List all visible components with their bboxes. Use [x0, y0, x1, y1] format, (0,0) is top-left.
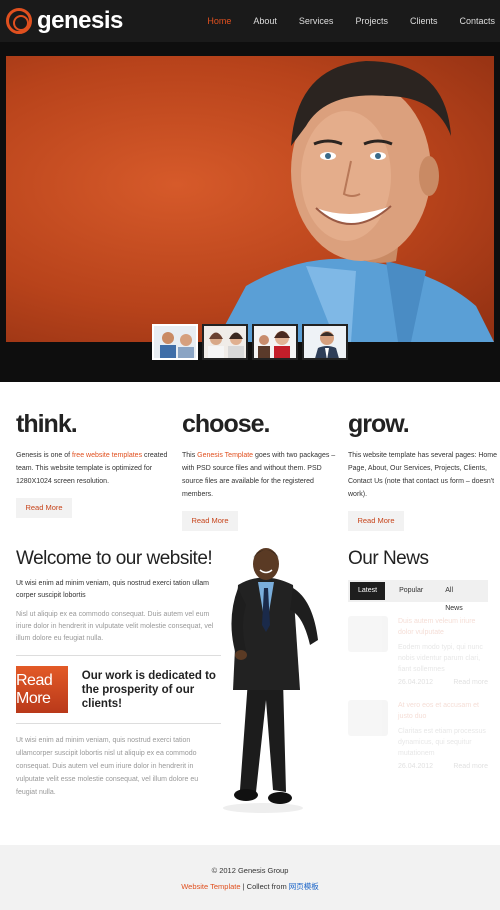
- thumbnail-team[interactable]: [152, 324, 198, 360]
- welcome-intro: Ut wisi enim ad minim veniam, quis nostr…: [16, 580, 209, 599]
- site-header: genesis Home About Services Projects Cli…: [0, 0, 500, 42]
- logo-text: genesis: [37, 7, 123, 34]
- website-template-link[interactable]: Website Template: [181, 882, 240, 891]
- promo-text: Our work is dedicated to the prosperity …: [81, 669, 216, 710]
- news-item-text: Eodem modo typi, qui nunc nobis videntur…: [398, 644, 483, 673]
- read-more-button[interactable]: Read More: [182, 511, 238, 531]
- news-read-more-link[interactable]: Read more: [453, 679, 488, 686]
- call-center-photo-icon: [254, 326, 296, 358]
- businessman-illustration: [223, 548, 318, 813]
- genesis-template-link[interactable]: Genesis Template: [197, 452, 253, 459]
- smiling-man-illustration: [216, 61, 494, 342]
- column-grow: grow. This website template has several …: [348, 410, 500, 531]
- big-read-more-button[interactable]: Read More: [16, 666, 68, 713]
- nav-projects[interactable]: Projects: [355, 16, 388, 26]
- read-more-button[interactable]: Read More: [348, 511, 404, 531]
- news-title: Our News: [348, 548, 429, 569]
- news-item-title[interactable]: Duis autem veleum iriure dolor vulputate: [398, 616, 488, 638]
- news-section: Our News Latest Popular All News Duis au…: [348, 548, 488, 770]
- thumbnail-women[interactable]: [202, 324, 248, 360]
- news-item-text: Claritas est etiam processus dynamicus, …: [398, 728, 486, 757]
- divider: [16, 723, 221, 724]
- news-meta: 26.04.2012 Read more: [398, 763, 488, 770]
- news-item: Duis autem veleum iriure dolor vulputate…: [348, 616, 488, 686]
- column-think: think. Genesis is one of free website te…: [16, 410, 176, 518]
- tab-all-news[interactable]: All News: [437, 582, 480, 612]
- column-choose: choose. This Genesis Template goes with …: [182, 410, 342, 531]
- welcome-body: Nisl ut aliquip ex ea commodo consequat.…: [16, 611, 214, 642]
- news-date: 26.04.2012: [398, 679, 434, 686]
- tab-latest[interactable]: Latest: [350, 582, 386, 600]
- logo[interactable]: genesis: [6, 6, 123, 36]
- news-item: At vero eos et accusam et justo duo Clar…: [348, 700, 488, 770]
- column-text: Genesis is one of free website templates…: [16, 449, 176, 488]
- logo-circle-icon: [6, 8, 32, 34]
- news-tabs: Latest Popular All News: [348, 580, 488, 612]
- news-read-more-link[interactable]: Read more: [453, 763, 488, 770]
- column-text-part: Genesis is one of: [16, 452, 73, 459]
- promo-block: Read More Our work is dedicated to the p…: [16, 666, 221, 713]
- welcome-title: Welcome to our website!: [16, 548, 213, 569]
- hero-slider: [0, 42, 500, 382]
- nav-clients[interactable]: Clients: [410, 16, 438, 26]
- news-body: At vero eos et accusam et justo duo Clar…: [398, 700, 488, 770]
- free-templates-link[interactable]: free website templates: [72, 452, 142, 459]
- column-text-part: This: [182, 452, 198, 459]
- nav-about[interactable]: About: [253, 16, 277, 26]
- column-title: choose.: [182, 410, 270, 438]
- news-meta: 26.04.2012 Read more: [398, 679, 488, 686]
- thumbnail-call-center[interactable]: [252, 324, 298, 360]
- nav-contacts[interactable]: Contacts: [459, 16, 495, 26]
- divider: [16, 655, 221, 656]
- news-thumbnail: [348, 616, 388, 652]
- news-body: Duis autem veleum iriure dolor vulputate…: [398, 616, 488, 686]
- main-nav: Home About Services Projects Clients Con…: [185, 0, 495, 42]
- copyright: © 2012 Genesis Group: [211, 866, 289, 875]
- thumbnail-businessman[interactable]: [302, 324, 348, 360]
- nav-services[interactable]: Services: [299, 16, 334, 26]
- collect-site-link[interactable]: 网页模板: [289, 882, 319, 891]
- welcome-section: Welcome to our website! Ut wisi enim ad …: [16, 548, 221, 799]
- column-title: think.: [16, 410, 78, 438]
- column-text: This website template has several pages:…: [348, 452, 498, 498]
- read-more-button[interactable]: Read More: [16, 498, 72, 518]
- news-date: 26.04.2012: [398, 763, 434, 770]
- hero-thumbnails: [152, 324, 348, 360]
- welcome-footer-text: Ut wisi enim ad minim veniam, quis nostr…: [16, 737, 199, 796]
- column-title: grow.: [348, 410, 410, 438]
- footer-links: Website Template | Collect from 网页模板: [0, 881, 500, 892]
- site-footer: © 2012 Genesis Group Website Template | …: [0, 845, 500, 910]
- footer-separator: | Collect from: [240, 882, 289, 891]
- women-photo-icon: [204, 326, 246, 358]
- team-photo-icon: [154, 326, 196, 358]
- hero-image: [6, 56, 494, 342]
- news-item-title[interactable]: At vero eos et accusam et justo duo: [398, 700, 488, 722]
- column-text: This Genesis Template goes with two pack…: [182, 449, 342, 501]
- businessman-photo-icon: [304, 326, 346, 358]
- news-thumbnail: [348, 700, 388, 736]
- nav-home[interactable]: Home: [207, 16, 231, 26]
- tab-popular[interactable]: Popular: [391, 582, 431, 600]
